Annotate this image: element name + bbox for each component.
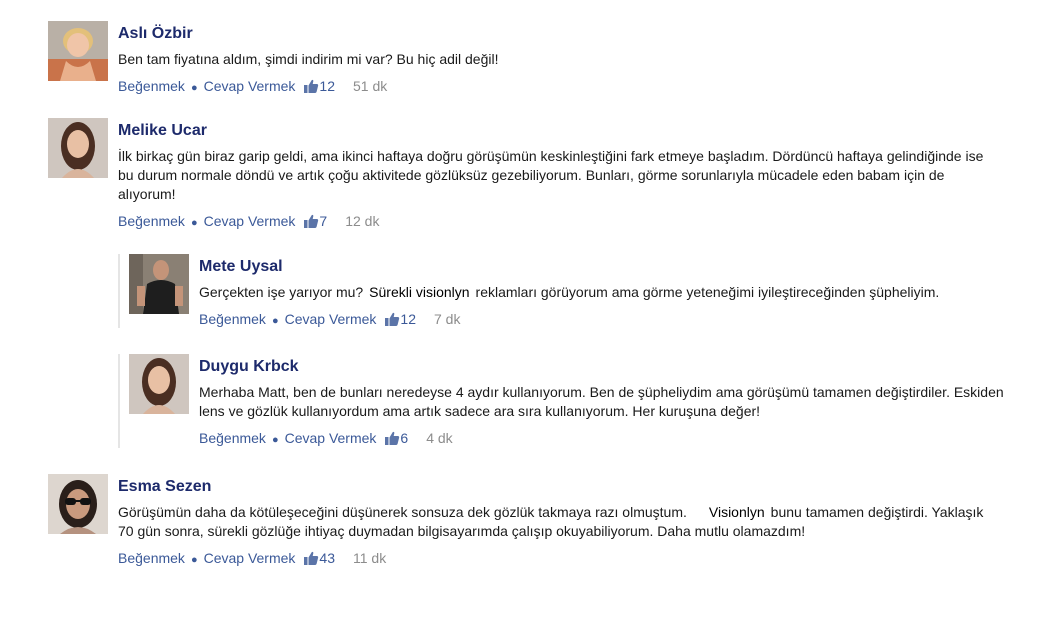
comment-actions: Beğenmek ● Cevap Vermek 12 51 dk: [118, 77, 1048, 97]
comment-time: 51 dk: [353, 78, 388, 94]
like-count-number: 12: [319, 78, 335, 94]
reply-indent-line: [118, 254, 120, 328]
commenter-name[interactable]: Melike Ucar: [118, 121, 1048, 141]
thumbs-up-icon: [384, 430, 400, 446]
commenter-name[interactable]: Esma Sezen: [118, 477, 1048, 497]
separator-dot: ●: [271, 434, 279, 446]
like-count-number: 6: [400, 430, 409, 446]
like-link[interactable]: Beğenmek: [199, 311, 266, 327]
like-count: 43: [303, 550, 335, 566]
comment-time: 12 dk: [345, 213, 380, 229]
separator-dot: ●: [190, 217, 198, 229]
thumbs-up-icon: [303, 78, 319, 94]
like-count-number: 43: [319, 550, 335, 566]
comment-esma-sezen: Esma Sezen Görüşümün daha da kötüleşeceğ…: [48, 474, 1048, 574]
comment-text: Merhaba Matt, ben de bunları neredeyse 4…: [199, 384, 1004, 419]
thumbs-up-icon: [303, 213, 319, 229]
comment-text-part: reklamları görüyorum ama görme yeteneğim…: [475, 284, 940, 300]
like-count: 7: [303, 213, 327, 229]
comment-actions: Beğenmek ● Cevap Vermek 7 12 dk: [118, 212, 1048, 232]
comment-text: Gerçekten işe yarıyor mu? Sürekli visionl…: [199, 283, 1049, 302]
reply-link[interactable]: Cevap Vermek: [285, 430, 377, 446]
brand-mention: Visionlyn: [708, 504, 765, 520]
comment-melike-ucar: Melike Ucar İlk birkaç gün biraz garip g…: [48, 118, 1048, 230]
like-count: 6: [384, 430, 408, 446]
like-link[interactable]: Beğenmek: [199, 430, 266, 446]
comment-time: 11 dk: [353, 550, 387, 566]
commenter-name[interactable]: Mete Uysal: [199, 257, 1049, 277]
like-count-number: 12: [400, 311, 416, 327]
reply-link[interactable]: Cevap Vermek: [204, 78, 296, 94]
reply-link[interactable]: Cevap Vermek: [285, 311, 377, 327]
comment-text-part: Gerçekten işe yarıyor mu?: [199, 284, 364, 300]
like-link[interactable]: Beğenmek: [118, 550, 185, 566]
avatar[interactable]: [48, 474, 108, 534]
brand-mention: Sürekli visionlyn: [369, 284, 470, 300]
commenter-name[interactable]: Aslı Özbir: [118, 24, 1048, 44]
comment-text-part: Görüşümün daha da kötüleşeceğini düşüner…: [118, 504, 687, 520]
avatar[interactable]: [129, 254, 189, 314]
reply-duygu-krbck: Duygu Krbck Merhaba Matt, ben de bunları…: [118, 354, 1049, 450]
like-count: 12: [303, 78, 335, 94]
comments-thread: Aslı Özbir Ben tam fiyatına aldım, şimdi…: [0, 0, 1058, 642]
comment-text: Görüşümün daha da kötüleşeceğini düşüner…: [118, 503, 998, 541]
avatar[interactable]: [48, 118, 108, 178]
avatar[interactable]: [129, 354, 189, 414]
separator-dot: ●: [190, 554, 198, 566]
avatar[interactable]: [48, 21, 108, 81]
thumbs-up-icon: [384, 311, 400, 327]
commenter-name[interactable]: Duygu Krbck: [199, 357, 1049, 377]
like-link[interactable]: Beğenmek: [118, 78, 185, 94]
reply-link[interactable]: Cevap Vermek: [204, 213, 296, 229]
comment-time: 4 dk: [426, 430, 453, 446]
reply-indent-line: [118, 354, 120, 448]
comment-actions: Beğenmek ● Cevap Vermek 12 7 dk: [199, 310, 1049, 330]
comment-text: İlk birkaç gün biraz garip geldi, ama ik…: [118, 148, 984, 202]
comment-actions: Beğenmek ● Cevap Vermek 43 11 dk: [118, 549, 1048, 569]
like-link[interactable]: Beğenmek: [118, 213, 185, 229]
separator-dot: ●: [190, 82, 198, 94]
like-count: 12: [384, 311, 416, 327]
separator-dot: ●: [271, 315, 279, 327]
reply-mete-uysal: Mete Uysal Gerçekten işe yarıyor mu? Süre…: [118, 254, 1049, 330]
comment-text: Ben tam fiyatına aldım, şimdi indirim mi…: [118, 51, 499, 67]
comment-asli-ozbir: Aslı Özbir Ben tam fiyatına aldım, şimdi…: [48, 21, 1048, 101]
comment-time: 7 dk: [434, 311, 461, 327]
thumbs-up-icon: [303, 550, 319, 566]
reply-link[interactable]: Cevap Vermek: [204, 550, 296, 566]
like-count-number: 7: [319, 213, 328, 229]
comment-actions: Beğenmek ● Cevap Vermek 6 4 dk: [199, 429, 1049, 449]
